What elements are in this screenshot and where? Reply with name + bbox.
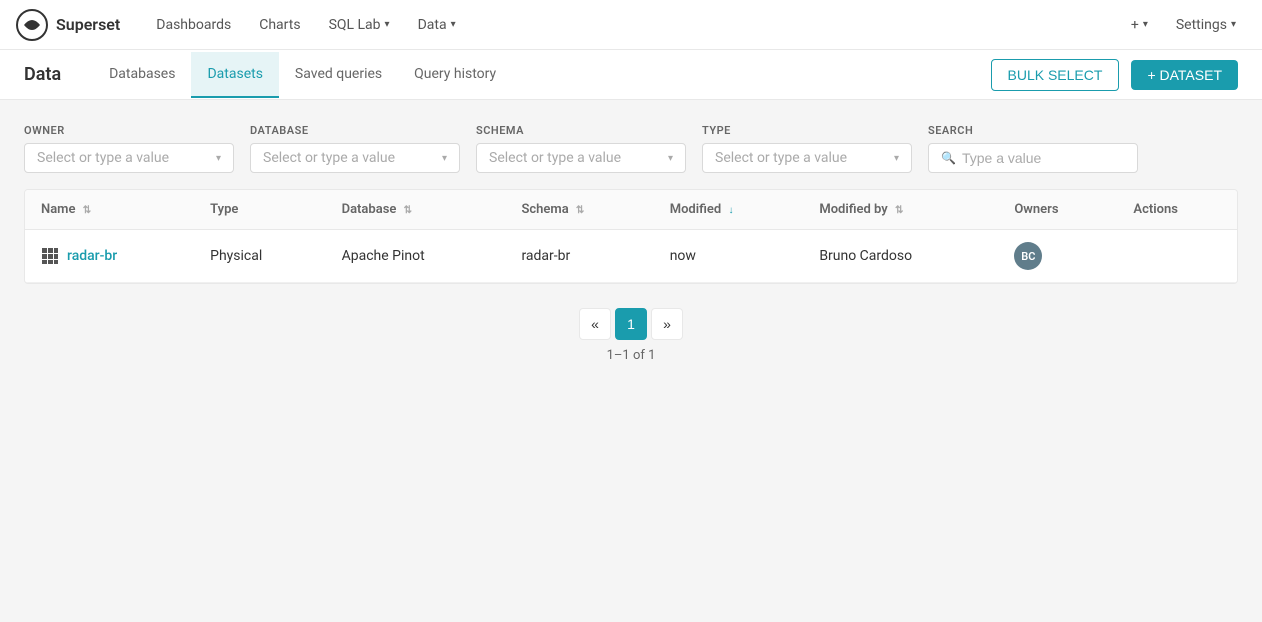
row-type-cell: Physical <box>194 230 326 283</box>
col-type: Type <box>194 190 326 230</box>
tab-datasets[interactable]: Datasets <box>191 52 278 98</box>
main-content: OWNER Select or type a value ▾ DATABASE … <box>0 100 1262 387</box>
search-label: SEARCH <box>928 124 1138 137</box>
type-chevron-icon: ▾ <box>894 153 899 164</box>
database-select-value: Select or type a value <box>263 150 395 166</box>
schema-chevron-icon: ▾ <box>668 153 673 164</box>
search-icon: 🔍 <box>941 151 956 165</box>
col-actions: Actions <box>1117 190 1237 230</box>
row-actions-cell <box>1117 230 1237 283</box>
add-dataset-button[interactable]: + DATASET <box>1131 60 1238 90</box>
col-name[interactable]: Name ⇅ <box>25 190 194 230</box>
tab-databases[interactable]: Databases <box>93 52 191 98</box>
superset-logo-icon <box>16 9 48 41</box>
nav-charts[interactable]: Charts <box>247 9 312 41</box>
schema-label: SCHEMA <box>476 124 686 137</box>
row-database-cell: Apache Pinot <box>326 230 506 283</box>
type-label: TYPE <box>702 124 912 137</box>
database-chevron-icon: ▾ <box>442 153 447 164</box>
bulk-select-button[interactable]: BULK SELECT <box>991 59 1120 91</box>
datasets-table: Name ⇅ Type Database ⇅ Schema ⇅ <box>24 189 1238 284</box>
name-sort-icon: ⇅ <box>83 205 91 216</box>
sub-navigation: Data Databases Datasets Saved queries Qu… <box>0 50 1262 100</box>
dataset-grid-icon <box>41 247 59 265</box>
type-select-value: Select or type a value <box>715 150 847 166</box>
row-modified-cell: now <box>654 230 804 283</box>
sqllab-dropdown-icon: ▾ <box>385 19 390 30</box>
owner-avatar: BC <box>1014 242 1042 270</box>
schema-select[interactable]: Select or type a value ▾ <box>476 143 686 173</box>
pagination-container: « 1 » 1–1 of 1 <box>24 308 1238 363</box>
schema-sort-icon: ⇅ <box>576 205 584 216</box>
schema-filter: SCHEMA Select or type a value ▾ <box>476 124 686 173</box>
modified-by-sort-icon: ⇅ <box>895 205 903 216</box>
pagination: « 1 » <box>579 308 683 340</box>
owner-label: OWNER <box>24 124 234 137</box>
nav-right: + ▾ Settings ▾ <box>1121 11 1246 39</box>
nav-sqllab[interactable]: SQL Lab ▾ <box>317 9 402 41</box>
database-sort-icon: ⇅ <box>404 205 412 216</box>
database-filter: DATABASE Select or type a value ▾ <box>250 124 460 173</box>
logo-text: Superset <box>56 15 120 34</box>
col-modified[interactable]: Modified ↓ <box>654 190 804 230</box>
row-name-cell: radar-br <box>25 230 194 283</box>
search-input-wrap: 🔍 <box>928 143 1138 173</box>
plus-dropdown-icon: ▾ <box>1143 19 1148 30</box>
settings-button[interactable]: Settings ▾ <box>1166 11 1246 39</box>
tab-query-history[interactable]: Query history <box>398 52 512 98</box>
nav-dashboards[interactable]: Dashboards <box>144 9 243 41</box>
database-label: DATABASE <box>250 124 460 137</box>
search-input[interactable] <box>962 150 1125 166</box>
row-schema-cell: radar-br <box>505 230 653 283</box>
next-page-button[interactable]: » <box>651 308 683 340</box>
table-row: radar-br Physical Apache Pinot radar-br … <box>25 230 1237 283</box>
owner-select-value: Select or type a value <box>37 150 169 166</box>
dataset-name-container: radar-br <box>41 247 178 265</box>
settings-dropdown-icon: ▾ <box>1231 19 1236 30</box>
col-schema[interactable]: Schema ⇅ <box>505 190 653 230</box>
prev-page-button[interactable]: « <box>579 308 611 340</box>
plus-button[interactable]: + ▾ <box>1121 11 1158 39</box>
tab-saved-queries[interactable]: Saved queries <box>279 52 398 98</box>
nav-data[interactable]: Data ▾ <box>406 9 468 41</box>
top-navigation: Superset Dashboards Charts SQL Lab ▾ Dat… <box>0 0 1262 50</box>
database-select[interactable]: Select or type a value ▾ <box>250 143 460 173</box>
row-modified-by-cell: Bruno Cardoso <box>803 230 998 283</box>
dataset-name-link[interactable]: radar-br <box>67 248 117 264</box>
page-title: Data <box>24 64 61 85</box>
col-database[interactable]: Database ⇅ <box>326 190 506 230</box>
pagination-info: 1–1 of 1 <box>607 348 656 363</box>
type-filter: TYPE Select or type a value ▾ <box>702 124 912 173</box>
modified-sort-icon: ↓ <box>728 205 733 216</box>
row-owners-cell: BC <box>998 230 1117 283</box>
col-modified-by[interactable]: Modified by ⇅ <box>803 190 998 230</box>
data-dropdown-icon: ▾ <box>451 19 456 30</box>
nav-links: Dashboards Charts SQL Lab ▾ Data ▾ <box>144 9 1121 41</box>
owner-filter: OWNER Select or type a value ▾ <box>24 124 234 173</box>
filters-row: OWNER Select or type a value ▾ DATABASE … <box>24 124 1238 173</box>
owner-select[interactable]: Select or type a value ▾ <box>24 143 234 173</box>
owner-chevron-icon: ▾ <box>216 153 221 164</box>
search-filter: SEARCH 🔍 <box>928 124 1138 173</box>
page-1-button[interactable]: 1 <box>615 308 647 340</box>
table-header-row: Name ⇅ Type Database ⇅ Schema ⇅ <box>25 190 1237 230</box>
subnav-tabs: Databases Datasets Saved queries Query h… <box>93 52 990 98</box>
type-select[interactable]: Select or type a value ▾ <box>702 143 912 173</box>
logo[interactable]: Superset <box>16 9 120 41</box>
schema-select-value: Select or type a value <box>489 150 621 166</box>
col-owners: Owners <box>998 190 1117 230</box>
subnav-actions: BULK SELECT + DATASET <box>991 59 1239 91</box>
